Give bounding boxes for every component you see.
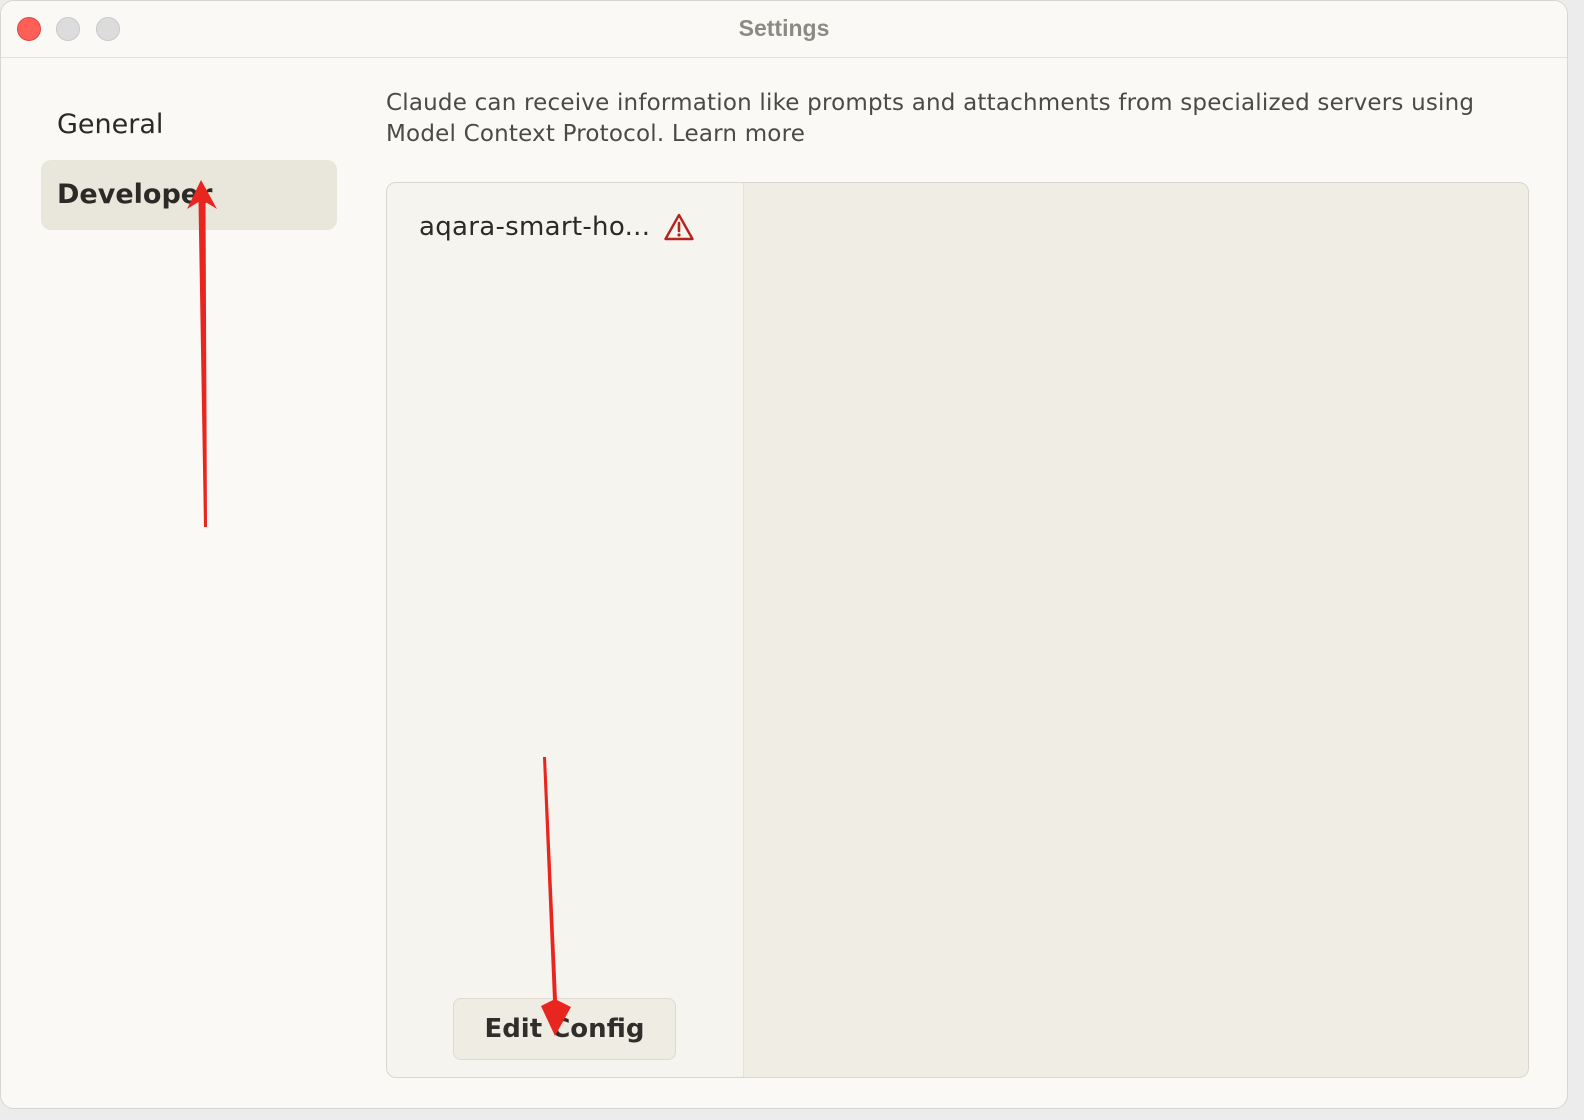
warning-triangle-icon <box>664 213 694 241</box>
server-list: aqara-smart-ho... Edit Config <box>387 183 744 1077</box>
learn-more-link[interactable]: Learn more <box>672 121 805 147</box>
title-bar: Settings <box>1 1 1567 58</box>
window-title: Settings <box>738 15 830 41</box>
mcp-servers-panel: aqara-smart-ho... Edit Config <box>386 182 1529 1078</box>
mcp-description: Claude can receive information like prom… <box>386 88 1506 150</box>
server-name: aqara-smart-ho... <box>419 212 651 242</box>
edit-config-button[interactable]: Edit Config <box>453 998 676 1060</box>
server-detail-pane <box>743 183 1528 1077</box>
description-text: Claude can receive information like prom… <box>386 90 1475 147</box>
sidebar-item-general[interactable]: General <box>41 90 337 160</box>
sidebar-item-developer[interactable]: Developer <box>41 160 337 230</box>
settings-window: Settings General Developer Claude can re… <box>0 0 1568 1109</box>
server-item-aqara[interactable]: aqara-smart-ho... <box>419 205 694 249</box>
